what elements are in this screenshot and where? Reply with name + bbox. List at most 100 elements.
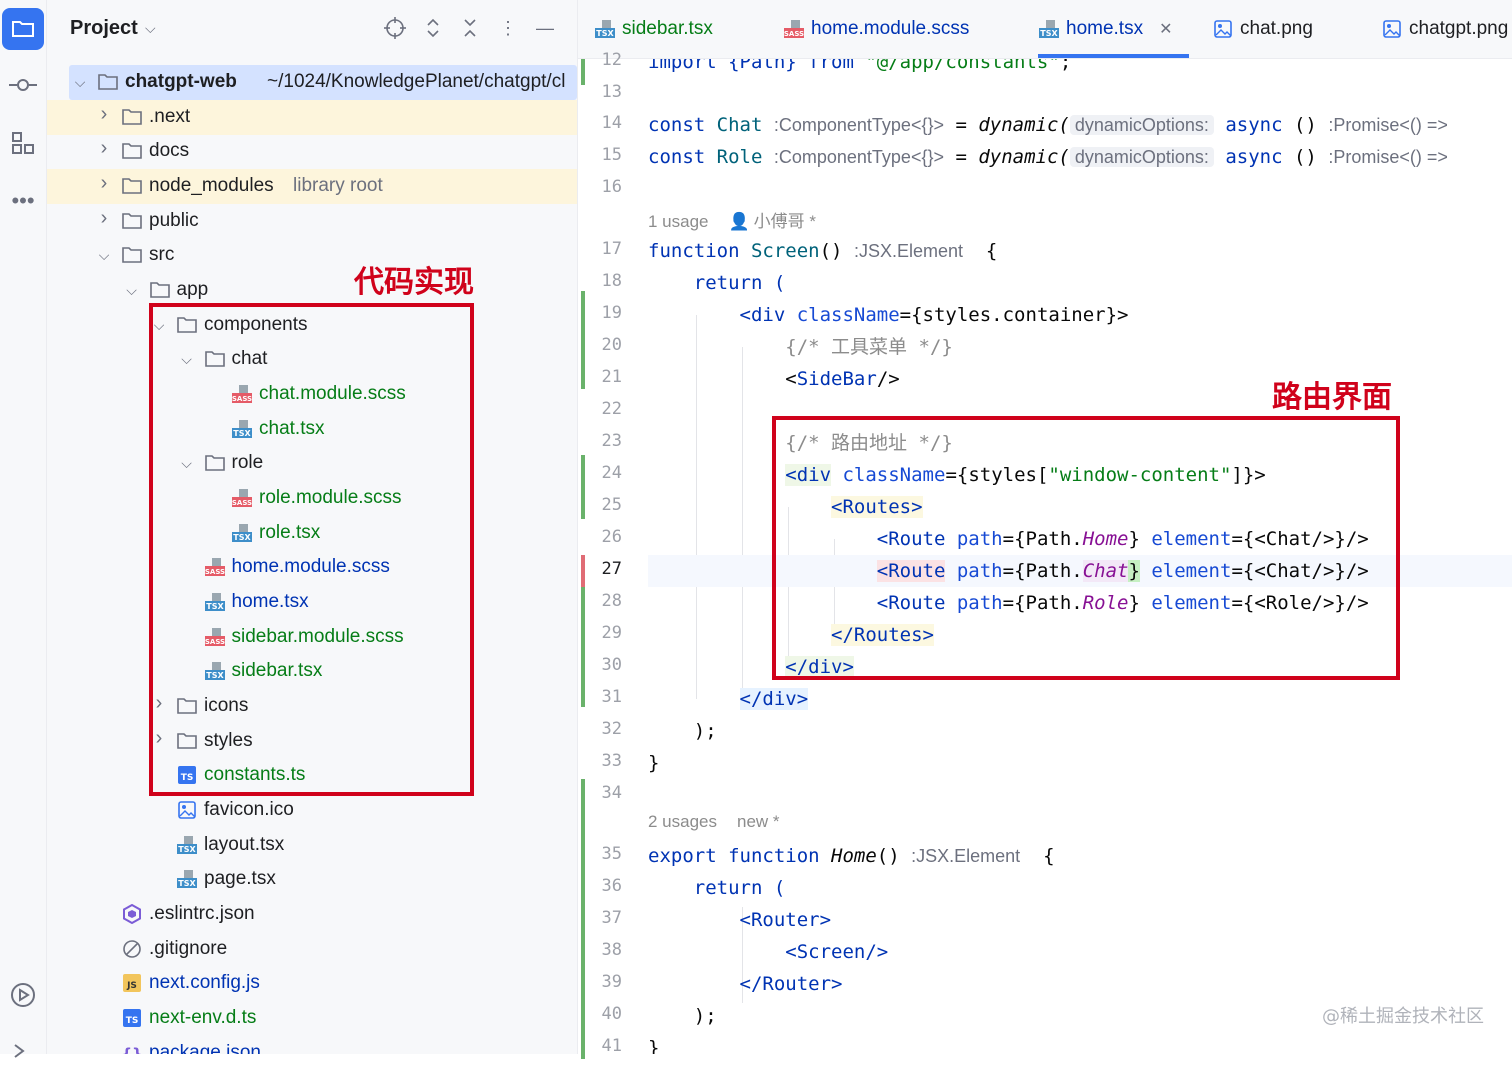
tree-file[interactable]: TSX layout.tsx [47,828,577,863]
tree-file[interactable]: JS next.config.js [47,966,577,1001]
root-path: ~/1024/KnowledgePlanet/chatgpt/cl [267,71,566,92]
tab-home-tsx[interactable]: TSX home.tsx ✕ [1038,0,1189,58]
tree-item-label: .next [149,106,191,127]
vcs-change-marker[interactable] [581,555,585,587]
line-number[interactable]: 14 [578,113,622,133]
line-number[interactable]: 23 [578,431,622,451]
line-number[interactable]: 32 [578,719,622,739]
vcs-change-marker[interactable] [581,587,585,707]
tree-item-label: src [149,244,175,265]
tree-folder[interactable]: › .next [47,100,577,135]
tsx-file-icon: TSX [176,835,198,855]
tab-label: home.tsx [1066,18,1144,39]
line-number[interactable]: 33 [578,751,622,771]
usage-inlay[interactable]: 2 usages new * [648,812,780,838]
tree-item-label: next.config.js [149,972,260,993]
line-number[interactable]: 18 [578,271,622,291]
line-number[interactable]: 16 [578,177,622,197]
collapse-all-icon[interactable] [458,16,482,40]
code-line: <div className={styles.container}> [739,304,1129,326]
tsx-file-icon: TSX [176,869,198,889]
tree-item-label: next-env.d.ts [149,1007,257,1028]
code-line: } [648,752,660,774]
more-tools-icon[interactable]: ••• [2,180,44,222]
vcs-change-marker[interactable] [581,779,585,1059]
terminal-icon[interactable] [2,1030,44,1072]
author-label[interactable]: new * [737,812,780,831]
tree-file[interactable]: TSX page.tsx [47,862,577,897]
chevron-down-icon[interactable]: ⌵ [125,282,139,299]
code-line: function Screen() :JSX.Element { [648,240,998,262]
project-title[interactable]: Project [70,17,138,40]
editor-gutter[interactable]: 12 13 14 15 16 17 18 19 20 21 22 23 24 25 26 27 28 29 30 31… [578,50,648,1059]
tree-folder[interactable]: › node_modules library root [47,169,577,204]
chevron-down-icon[interactable]: ⌵ [73,74,87,91]
usage-inlay[interactable]: 1 usage 👤 小傅哥 * [648,207,816,233]
tree-folder[interactable]: › public [47,204,577,239]
tree-file[interactable]: .gitignore [47,932,577,967]
chevron-down-icon[interactable]: ⌵ [97,247,111,264]
annotation-label-routes: 路由界面 [1272,380,1392,415]
chevron-right-icon[interactable]: › [97,207,111,230]
close-icon[interactable]: ✕ [1159,19,1172,39]
vcs-change-marker[interactable] [581,59,585,85]
ts-file-icon: TS [121,1008,143,1028]
sass-file-icon: SASS [783,19,805,39]
tree-file[interactable]: favicon.ico [47,793,577,828]
code-line: </div> [739,688,809,710]
tree-file[interactable]: TS next-env.d.ts [47,1001,577,1036]
folder-icon [97,72,119,92]
author-label[interactable]: 小傅哥 * [754,212,816,231]
options-icon[interactable]: ⋮ [496,16,520,40]
run-icon[interactable] [2,974,44,1016]
line-number[interactable]: 13 [578,82,622,102]
watermark: @稀土掘金技术社区 [1322,1006,1484,1027]
author-icon: 👤 [728,212,750,231]
svg-text:TSX: TSX [596,29,614,38]
vcs-change-marker[interactable] [581,291,585,389]
usage-count[interactable]: 2 usages [648,812,717,831]
tree-item-label: package.json [149,1042,261,1054]
tab-chat-png[interactable]: chat.png [1212,0,1313,58]
tab-label: chatgpt.png [1409,18,1509,39]
locate-icon[interactable] [383,16,407,40]
tab-home-module-scss[interactable]: SASS home.module.scss [783,0,970,58]
structure-icon[interactable] [2,122,44,164]
tree-item-label: docs [149,140,190,161]
code-line: const Chat :ComponentType<{}> = dynamic(… [648,114,1448,136]
code-line: <Screen/> [785,941,889,963]
chevron-right-icon[interactable]: › [97,137,111,160]
activity-bar: ••• [0,0,47,1058]
tree-item-label: layout.tsx [204,834,285,855]
code-line: <Router> [739,909,832,931]
svg-text:TS: TS [126,1016,139,1026]
project-folder-icon[interactable] [2,8,44,50]
line-number[interactable]: 26 [578,527,622,547]
commit-icon[interactable] [2,64,44,106]
json-file-icon: {} [121,1043,143,1054]
minimize-icon[interactable]: — [533,16,557,40]
folder-icon [121,141,143,161]
tree-item-label: public [149,210,199,231]
expand-all-icon[interactable] [421,16,445,40]
usage-count[interactable]: 1 usage [648,212,709,231]
line-number[interactable]: 15 [578,145,622,165]
vcs-change-marker[interactable] [581,455,585,519]
annotation-label-code: 代码实现 [354,265,474,300]
tree-item-label: app [176,279,209,300]
tree-folder[interactable]: › docs [47,134,577,169]
eslint-file-icon [121,903,143,925]
line-number[interactable]: 17 [578,239,622,259]
svg-text:TSX: TSX [178,845,196,854]
tab-chatgpt-png[interactable]: chatgpt.png [1381,0,1508,58]
line-number[interactable]: 22 [578,399,622,419]
tree-file[interactable]: {} package.json [47,1036,577,1054]
chevron-right-icon[interactable]: › [97,103,111,126]
tree-folder[interactable]: ⌵ chatgpt-web ~/1024/KnowledgePlanet/chatg… [69,65,577,100]
tree-item-label: .eslintrc.json [149,903,255,924]
tree-file[interactable]: .eslintrc.json [47,897,577,932]
chevron-right-icon[interactable]: › [97,172,111,195]
tree-folder[interactable]: ⌵ src [47,238,577,273]
tsx-file-icon: TSX [1038,19,1060,39]
chevron-down-icon[interactable]: ⌵ [145,20,156,37]
